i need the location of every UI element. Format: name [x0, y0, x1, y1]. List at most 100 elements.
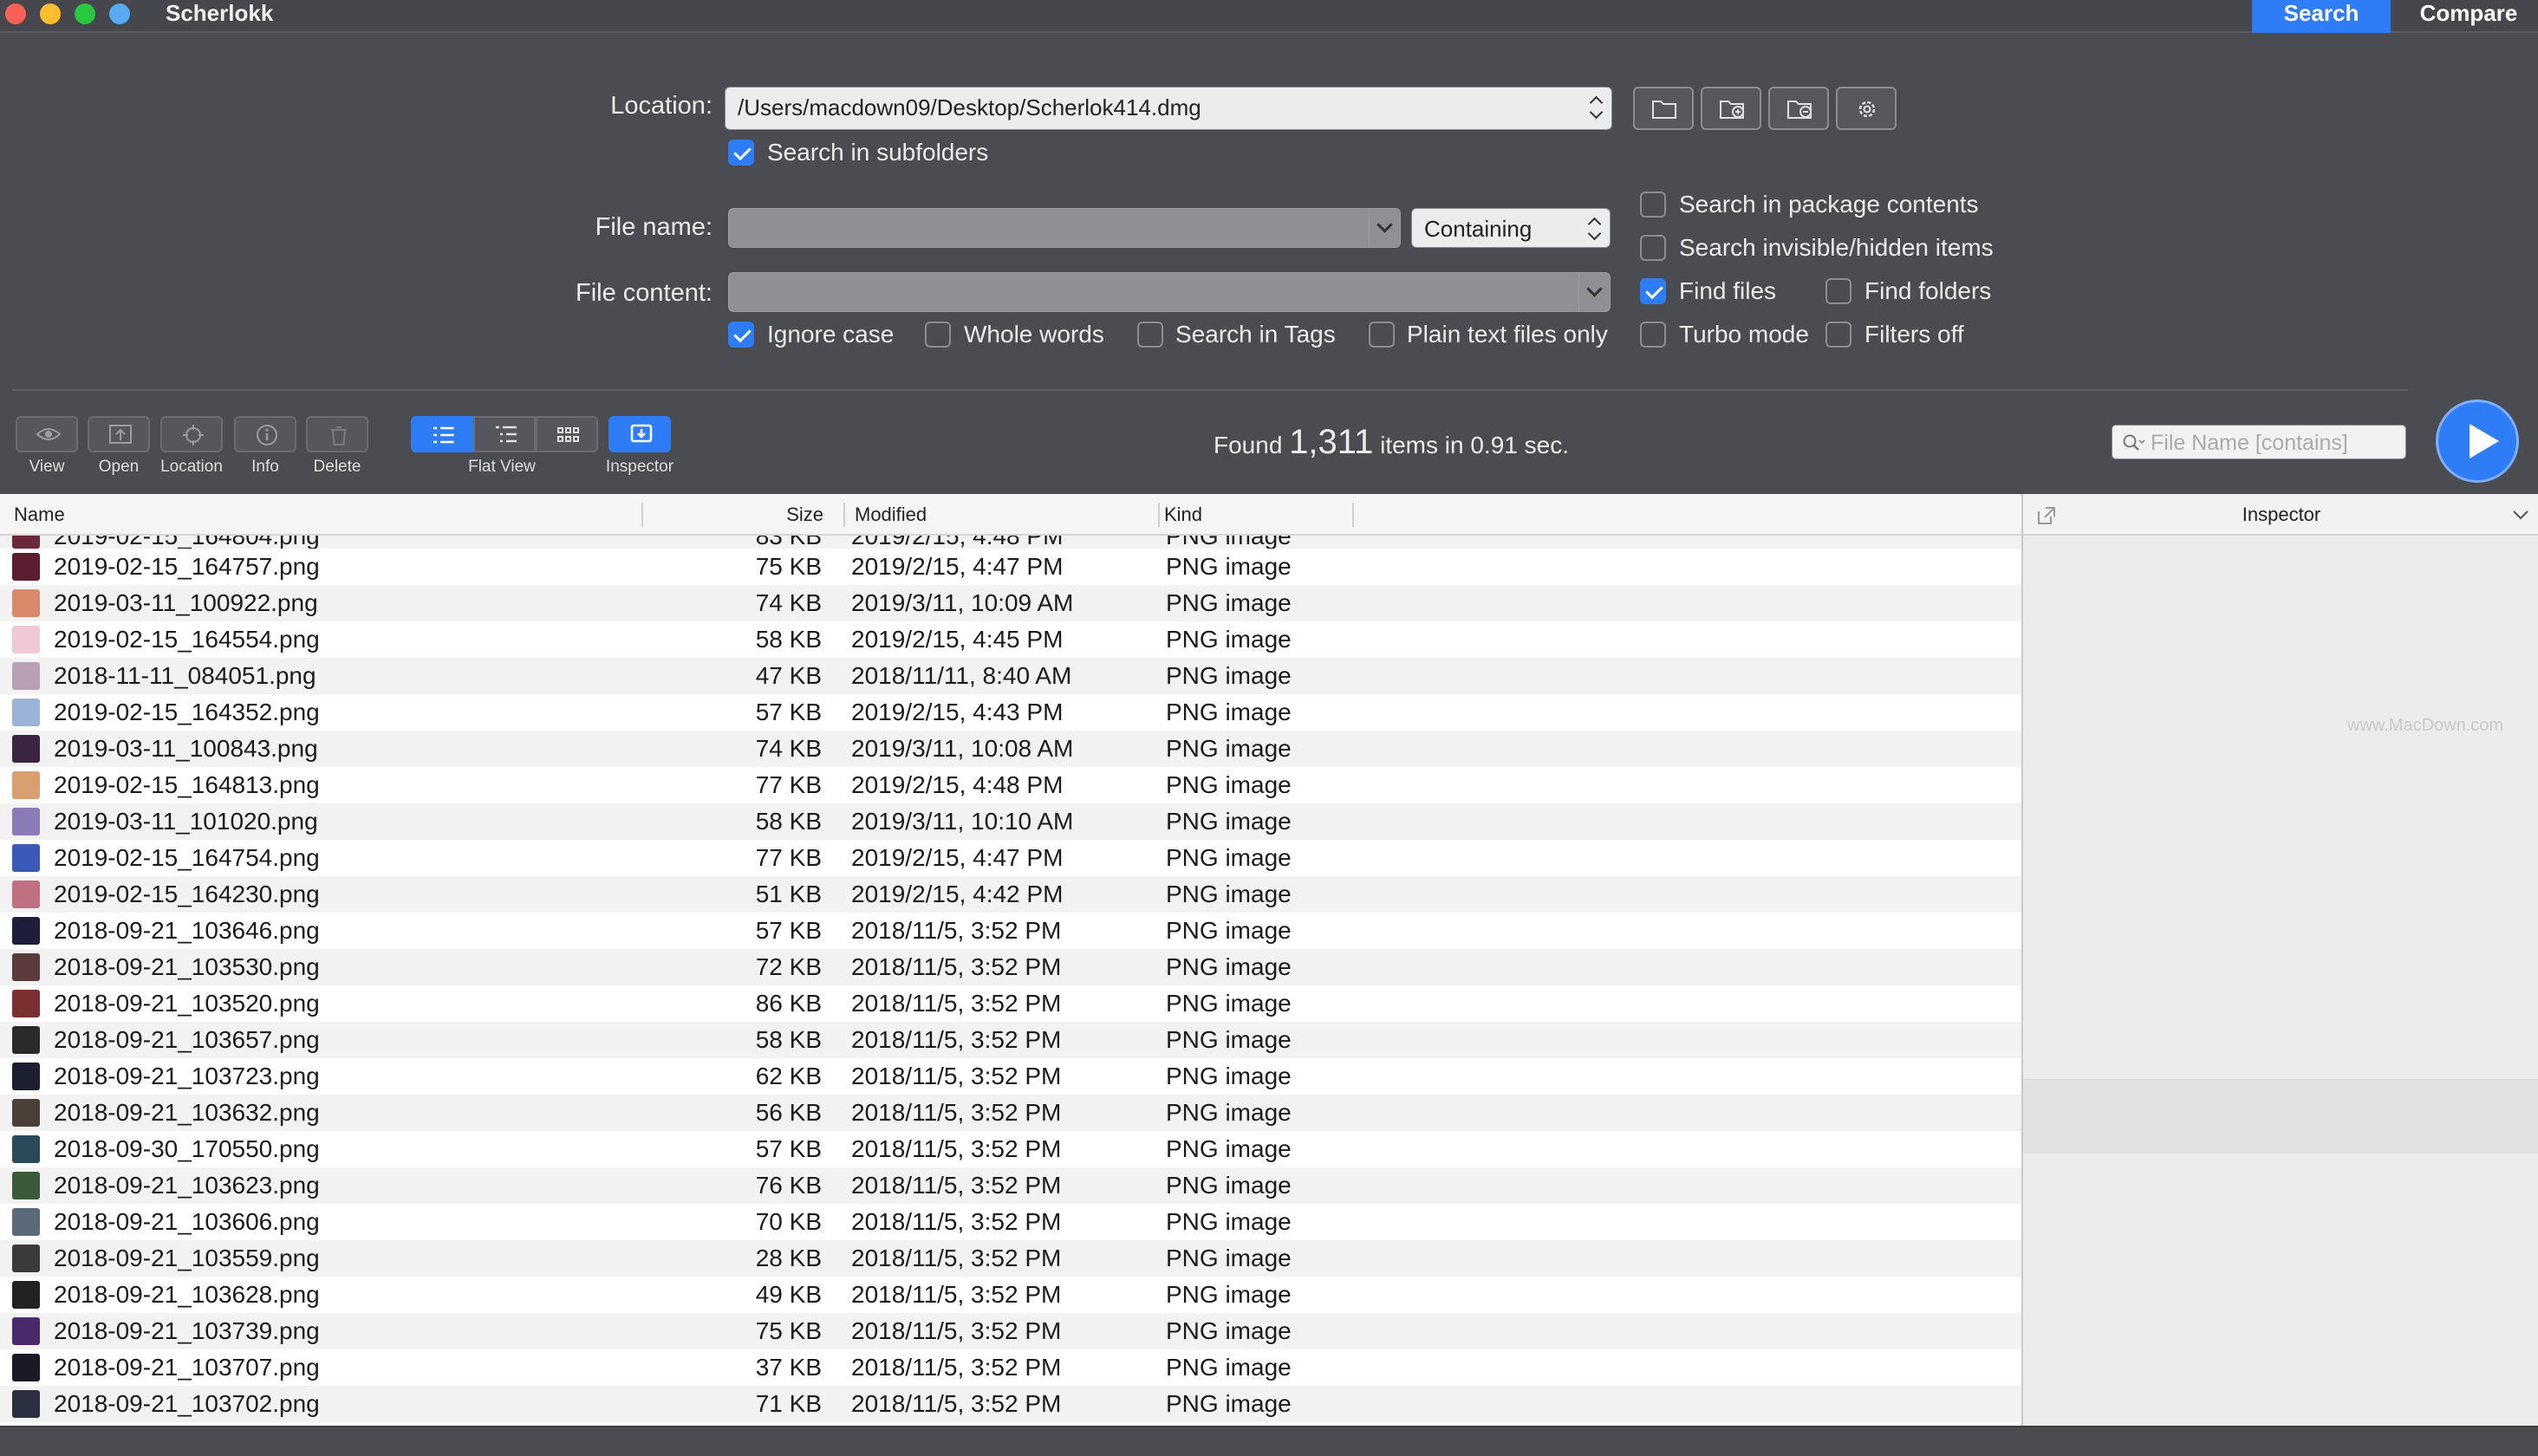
file-kind-cell: PNG image: [1166, 953, 1292, 980]
location-label: Location:: [610, 92, 713, 120]
table-row[interactable]: 2019-02-15_164757.png 75 KB 2019/2/15, 4:4…: [0, 549, 2021, 585]
file-thumbnail: [12, 1026, 40, 1054]
find-folders-checkbox[interactable]: [1825, 278, 1851, 304]
match-mode-popup[interactable]: Containing: [1411, 208, 1611, 248]
tab-compare[interactable]: Compare: [2399, 0, 2538, 33]
filecontent-history-dropdown[interactable]: [1578, 273, 1610, 311]
table-row[interactable]: 2018-09-21_103646.png 57 KB 2018/11/5, 3:5…: [0, 913, 2021, 949]
table-row[interactable]: 2019-03-11_100843.png 74 KB 2019/3/11, 10:…: [0, 731, 2021, 767]
table-row[interactable]: 2019-02-15_164754.png 77 KB 2019/2/15, 4:4…: [0, 840, 2021, 876]
plain-text-checkbox[interactable]: [1369, 322, 1395, 348]
invisible-items-checkbox[interactable]: [1640, 235, 1666, 261]
table-row[interactable]: 2018-09-21_103606.png 70 KB 2018/11/5, 3:5…: [0, 1204, 2021, 1240]
table-row[interactable]: 2018-11-11_084051.png 47 KB 2018/11/11, 8:…: [0, 658, 2021, 694]
column-kind-header[interactable]: Kind: [1164, 494, 1202, 536]
file-kind-cell: PNG image: [1166, 536, 1292, 549]
filecontent-field[interactable]: [728, 272, 1611, 312]
table-row[interactable]: 2018-09-21_103702.png 71 KB 2018/11/5, 3:5…: [0, 1386, 2021, 1422]
table-row[interactable]: 2018-09-21_103530.png 72 KB 2018/11/5, 3:5…: [0, 949, 2021, 985]
flat-view-button[interactable]: [473, 416, 536, 452]
table-row[interactable]: 2019-03-11_101020.png 58 KB 2019/3/11, 10:…: [0, 803, 2021, 840]
file-kind-cell: PNG image: [1166, 808, 1292, 835]
file-size-cell: 57 KB: [755, 917, 822, 944]
table-row[interactable]: 2019-02-15_164230.png 51 KB 2019/2/15, 4:4…: [0, 876, 2021, 913]
location-popup[interactable]: /Users/macdown09/Desktop/Scherlok414.dmg: [725, 87, 1612, 130]
filters-off-checkbox[interactable]: [1825, 322, 1851, 348]
choose-folder-button[interactable]: [1633, 87, 1694, 130]
chevron-down-icon[interactable]: [2510, 506, 2531, 523]
file-kind-cell: PNG image: [1166, 1135, 1292, 1162]
table-row[interactable]: 2018-09-21_103707.png 37 KB 2018/11/5, 3:5…: [0, 1349, 2021, 1386]
file-thumbnail: [12, 1354, 40, 1381]
search-tags-checkbox[interactable]: [1137, 322, 1163, 348]
column-size-header[interactable]: Size: [641, 494, 823, 536]
search-subfolders-checkbox[interactable]: [728, 140, 754, 166]
close-window-button[interactable]: [5, 3, 26, 24]
table-row[interactable]: 2018-09-21_103723.png 62 KB 2018/11/5, 3:5…: [0, 1058, 2021, 1095]
package-contents-checkbox[interactable]: [1640, 192, 1666, 218]
table-row[interactable]: 2018-09-21_103657.png 58 KB 2018/11/5, 3:5…: [0, 1022, 2021, 1058]
filter-search-input[interactable]: File Name [contains]: [2112, 425, 2406, 459]
popup-stepper-icon: [1589, 216, 1601, 242]
file-size-cell: 57 KB: [755, 1135, 822, 1162]
file-kind-cell: PNG image: [1166, 1208, 1292, 1235]
table-row[interactable]: 2019-02-15_164554.png 58 KB 2019/2/15, 4:4…: [0, 621, 2021, 658]
find-files-checkbox[interactable]: [1640, 278, 1666, 304]
minimize-window-button[interactable]: [40, 3, 61, 24]
filter-placeholder: File Name [contains]: [2151, 431, 2348, 455]
table-row[interactable]: 2019-03-11_100922.png 74 KB 2019/3/11, 10:…: [0, 585, 2021, 621]
file-size-cell: 49 KB: [755, 1281, 822, 1308]
turbo-mode-checkbox[interactable]: [1640, 322, 1666, 348]
zoom-window-button[interactable]: [75, 3, 95, 24]
modified-date-cell: 2018/11/5, 3:52 PM: [851, 1354, 1062, 1381]
whole-words-checkbox[interactable]: [925, 322, 951, 348]
table-row[interactable]: 2018-09-21_103520.png 86 KB 2018/11/5, 3:5…: [0, 985, 2021, 1022]
column-divider[interactable]: [1352, 503, 1354, 527]
file-name-cell: 2018-09-21_103606.png: [54, 1208, 320, 1235]
file-name-cell: 2019-02-15_164813.png: [54, 771, 320, 798]
file-name-cell: 2018-09-21_103623.png: [54, 1172, 320, 1199]
file-size-cell: 62 KB: [755, 1063, 822, 1089]
file-thumbnail: [12, 990, 40, 1017]
file-kind-cell: PNG image: [1166, 917, 1292, 944]
start-search-button[interactable]: [2436, 400, 2519, 483]
file-thumbnail: [12, 917, 40, 945]
table-row[interactable]: 2018-09-21_103628.png 49 KB 2018/11/5, 3:5…: [0, 1277, 2021, 1313]
file-thumbnail: [12, 771, 40, 799]
column-divider[interactable]: [1158, 503, 1160, 527]
extra-window-button[interactable]: [109, 3, 130, 24]
location-button[interactable]: [160, 416, 223, 452]
table-row[interactable]: 2018-09-21_103632.png 56 KB 2018/11/5, 3:5…: [0, 1095, 2021, 1131]
find-folders-label: Find folders: [1864, 277, 1992, 304]
table-row[interactable]: 2019-02-15_164352.png 57 KB 2019/2/15, 4:4…: [0, 694, 2021, 731]
remove-folder-button[interactable]: [1768, 87, 1829, 130]
table-row[interactable]: 2019-02-15_164804.png 83 KB 2019/2/15, 4:4…: [0, 536, 2021, 549]
settings-button[interactable]: [1836, 87, 1897, 130]
column-name-header[interactable]: Name: [14, 494, 65, 536]
file-thumbnail: [12, 699, 40, 726]
add-folder-button[interactable]: [1701, 87, 1761, 130]
file-kind-cell: PNG image: [1166, 626, 1292, 653]
tab-search[interactable]: Search: [2252, 0, 2391, 33]
table-row[interactable]: 2018-09-30_170550.png 57 KB 2018/11/5, 3:5…: [0, 1131, 2021, 1167]
file-thumbnail: [12, 1245, 40, 1272]
table-row[interactable]: 2019-02-15_164813.png 77 KB 2019/2/15, 4:4…: [0, 767, 2021, 803]
view-button[interactable]: [16, 416, 78, 452]
ignore-case-checkbox[interactable]: [728, 322, 754, 348]
list-view-button[interactable]: [411, 416, 473, 452]
filename-field[interactable]: [728, 208, 1401, 248]
column-modified-header[interactable]: Modified: [855, 494, 927, 536]
table-row[interactable]: 2018-09-21_103559.png 28 KB 2018/11/5, 3:5…: [0, 1240, 2021, 1277]
modified-date-cell: 2018/11/5, 3:52 PM: [851, 1135, 1062, 1162]
table-row[interactable]: 2018-09-21_103739.png 75 KB 2018/11/5, 3:5…: [0, 1313, 2021, 1349]
open-button[interactable]: [88, 416, 150, 452]
inspector-toggle-button[interactable]: [608, 416, 671, 452]
file-thumbnail: [12, 1208, 40, 1236]
filename-history-dropdown[interactable]: [1369, 209, 1400, 247]
info-button[interactable]: [234, 416, 296, 452]
column-divider[interactable]: [843, 503, 845, 527]
grid-view-button[interactable]: [536, 416, 598, 452]
delete-button[interactable]: [306, 416, 368, 452]
turbo-mode-label: Turbo mode: [1679, 321, 1809, 348]
table-row[interactable]: 2018-09-21_103623.png 76 KB 2018/11/5, 3:5…: [0, 1167, 2021, 1204]
